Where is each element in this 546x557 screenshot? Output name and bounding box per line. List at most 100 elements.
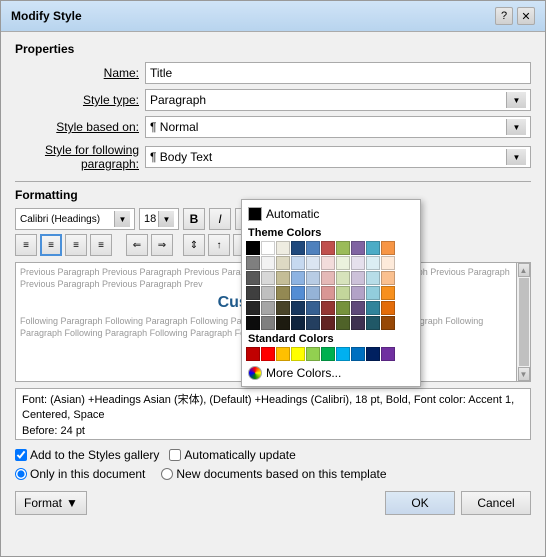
color-cell[interactable] (291, 286, 305, 300)
color-cell[interactable] (261, 316, 275, 330)
color-cell[interactable] (291, 271, 305, 285)
style-based-select[interactable]: ¶ Normal ▼ (145, 116, 531, 138)
color-cell[interactable] (351, 241, 365, 255)
more-colors-option[interactable]: More Colors... (246, 364, 416, 382)
color-cell[interactable] (366, 256, 380, 270)
color-cell[interactable] (246, 301, 260, 315)
align-right-button[interactable]: ≡ (65, 234, 87, 256)
color-cell[interactable] (261, 271, 275, 285)
color-cell[interactable] (381, 316, 395, 330)
color-cell[interactable] (336, 347, 350, 361)
color-cell[interactable] (246, 256, 260, 270)
name-input[interactable] (145, 62, 531, 84)
color-cell[interactable] (291, 301, 305, 315)
preview-scrollbar[interactable]: ▲ ▼ (516, 263, 530, 381)
align-justify-button[interactable]: ≡ (90, 234, 112, 256)
font-name-select[interactable]: Calibri (Headings) ▼ (15, 208, 135, 230)
color-cell[interactable] (366, 347, 380, 361)
color-cell[interactable] (306, 286, 320, 300)
color-cell[interactable] (306, 316, 320, 330)
color-cell[interactable] (321, 256, 335, 270)
color-cell[interactable] (366, 316, 380, 330)
color-cell[interactable] (336, 256, 350, 270)
color-cell[interactable] (336, 286, 350, 300)
color-cell[interactable] (246, 347, 260, 361)
scroll-up-button[interactable]: ▲ (518, 263, 530, 277)
indent-left-button[interactable]: ⇐ (126, 234, 148, 256)
color-cell[interactable] (351, 286, 365, 300)
color-cell[interactable] (276, 316, 290, 330)
color-cell[interactable] (261, 256, 275, 270)
font-size-select[interactable]: 18 ▼ (139, 208, 179, 230)
color-cell[interactable] (246, 286, 260, 300)
color-cell[interactable] (291, 241, 305, 255)
auto-color-option[interactable]: Automatic (246, 204, 416, 224)
color-cell[interactable] (366, 301, 380, 315)
auto-update-checkbox[interactable] (169, 449, 181, 461)
color-cell[interactable] (261, 241, 275, 255)
spacing-before-button[interactable]: ↑ (208, 234, 230, 256)
color-cell[interactable] (291, 256, 305, 270)
color-cell[interactable] (276, 256, 290, 270)
align-center-button[interactable]: ≡ (40, 234, 62, 256)
color-cell[interactable] (321, 301, 335, 315)
bold-button[interactable]: B (183, 208, 205, 230)
color-cell[interactable] (306, 271, 320, 285)
color-cell[interactable] (276, 271, 290, 285)
color-cell[interactable] (246, 271, 260, 285)
color-cell[interactable] (381, 347, 395, 361)
color-cell[interactable] (261, 347, 275, 361)
color-cell[interactable] (381, 286, 395, 300)
color-cell[interactable] (306, 347, 320, 361)
format-button[interactable]: Format ▼ (15, 491, 87, 515)
color-cell[interactable] (306, 256, 320, 270)
color-cell[interactable] (351, 256, 365, 270)
color-cell[interactable] (381, 271, 395, 285)
color-cell[interactable] (336, 241, 350, 255)
color-cell[interactable] (351, 301, 365, 315)
color-cell[interactable] (366, 286, 380, 300)
color-cell[interactable] (306, 241, 320, 255)
cancel-button[interactable]: Cancel (461, 491, 531, 515)
color-cell[interactable] (306, 301, 320, 315)
color-cell[interactable] (321, 271, 335, 285)
indent-right-button[interactable]: ⇒ (151, 234, 173, 256)
close-button[interactable]: ✕ (517, 7, 535, 25)
help-button[interactable]: ? (495, 7, 513, 25)
color-cell[interactable] (336, 316, 350, 330)
style-type-select[interactable]: Paragraph ▼ (145, 89, 531, 111)
color-cell[interactable] (336, 301, 350, 315)
line-spacing-button[interactable]: ⇕ (183, 234, 205, 256)
scroll-down-button[interactable]: ▼ (518, 367, 530, 381)
color-cell[interactable] (246, 241, 260, 255)
new-docs-radio[interactable] (161, 468, 173, 480)
add-to-gallery-checkbox[interactable] (15, 449, 27, 461)
color-cell[interactable] (381, 256, 395, 270)
style-following-select[interactable]: ¶ Body Text ▼ (145, 146, 531, 168)
color-cell[interactable] (276, 347, 290, 361)
color-cell[interactable] (366, 271, 380, 285)
color-cell[interactable] (291, 316, 305, 330)
ok-button[interactable]: OK (385, 491, 455, 515)
color-cell[interactable] (291, 347, 305, 361)
color-cell[interactable] (261, 286, 275, 300)
color-cell[interactable] (246, 316, 260, 330)
color-cell[interactable] (381, 301, 395, 315)
color-cell[interactable] (261, 301, 275, 315)
color-cell[interactable] (276, 286, 290, 300)
color-cell[interactable] (276, 241, 290, 255)
color-cell[interactable] (381, 241, 395, 255)
italic-button[interactable]: I (209, 208, 231, 230)
color-cell[interactable] (321, 347, 335, 361)
color-cell[interactable] (321, 286, 335, 300)
color-cell[interactable] (351, 316, 365, 330)
align-left-button[interactable]: ≡ (15, 234, 37, 256)
color-cell[interactable] (321, 316, 335, 330)
color-cell[interactable] (351, 347, 365, 361)
color-cell[interactable] (351, 271, 365, 285)
color-cell[interactable] (276, 301, 290, 315)
only-this-doc-radio[interactable] (15, 468, 27, 480)
color-cell[interactable] (336, 271, 350, 285)
color-cell[interactable] (366, 241, 380, 255)
color-cell[interactable] (321, 241, 335, 255)
